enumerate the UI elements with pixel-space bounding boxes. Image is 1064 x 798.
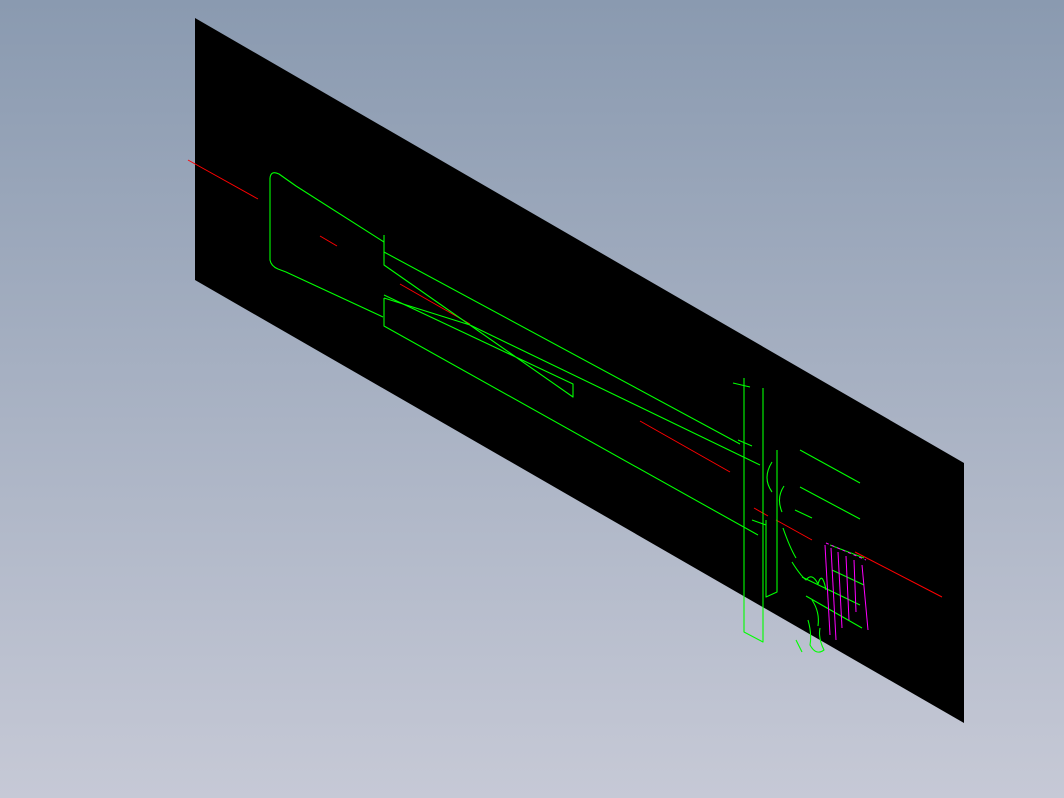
cad-3d-viewport[interactable] (0, 0, 1064, 798)
model-canvas[interactable] (0, 0, 1064, 798)
